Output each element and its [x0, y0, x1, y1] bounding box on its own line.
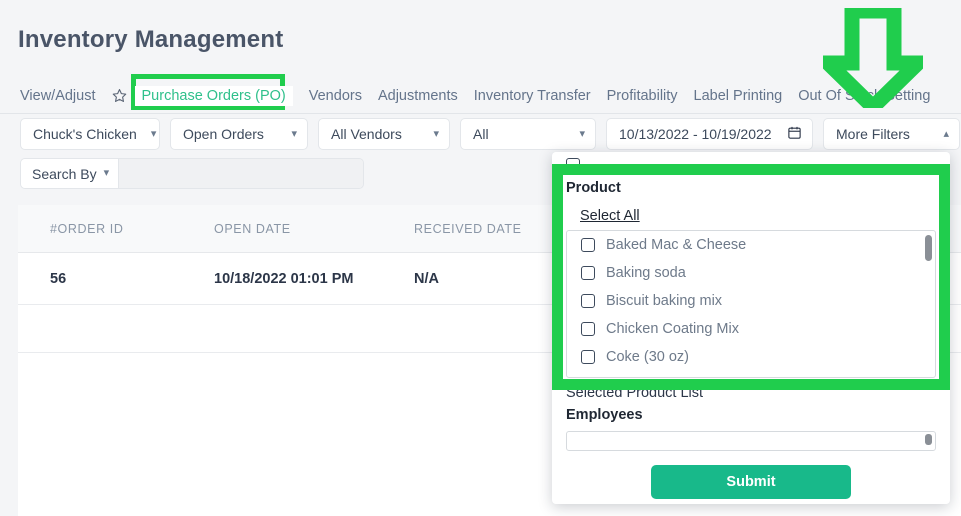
product-label: Biscuit baking mix: [606, 293, 723, 309]
tab-view-adjust[interactable]: View/Adjust: [20, 88, 96, 104]
tab-vendors[interactable]: Vendors: [309, 88, 362, 104]
product-label: Baked Mac & Cheese: [606, 237, 747, 253]
product-label: Coke (30 oz): [606, 349, 690, 365]
employees-listbox[interactable]: [566, 431, 936, 451]
tab-purchase-orders[interactable]: Purchase Orders (PO): [142, 88, 286, 104]
product-listbox[interactable]: Baked Mac & Cheese Baking soda Biscuit b…: [566, 230, 936, 378]
selected-product-list-label: Selected Product List: [566, 385, 704, 401]
date-range-picker[interactable]: 10/13/2022 - 10/19/2022: [606, 118, 813, 150]
submit-button[interactable]: Submit: [651, 465, 851, 499]
order-status-select[interactable]: Open Orders ▾: [170, 118, 308, 150]
search-by-label: Search By: [32, 165, 97, 182]
order-status-select-value: Open Orders: [183, 126, 264, 142]
product-section-label: Product: [566, 180, 621, 196]
all-select-value: All: [473, 126, 489, 142]
product-checkbox[interactable]: [581, 322, 595, 336]
chevron-down-icon: ▾: [150, 127, 157, 140]
product-list-scrollbar[interactable]: [925, 235, 932, 261]
store-select-value: Chuck's Chicken: [33, 126, 137, 142]
page-title: Inventory Management: [18, 26, 284, 53]
tab-inventory-transfer[interactable]: Inventory Transfer: [474, 88, 591, 104]
chevron-down-icon: ▾: [579, 127, 585, 140]
product-list-item[interactable]: Coke (30 oz): [567, 343, 935, 371]
product-list-item[interactable]: Baked Mac & Cheese: [567, 231, 935, 259]
product-list-item-partial[interactable]: [567, 371, 935, 377]
product-list-item[interactable]: Baking soda: [567, 259, 935, 287]
vendor-select[interactable]: All Vendors ▾: [318, 118, 450, 150]
cell-open-date: 10/18/2022 01:01 PM: [214, 270, 354, 287]
product-label: Chicken Coating Mix: [606, 321, 739, 337]
chevron-down-icon: ▾: [291, 127, 297, 140]
employees-section-label: Employees: [566, 407, 643, 423]
search-input[interactable]: [119, 159, 363, 188]
product-checkbox[interactable]: [581, 350, 595, 364]
search-by-button[interactable]: Search By ▾: [21, 159, 120, 188]
more-filters-label: More Filters: [836, 126, 910, 142]
search-group: Search By ▾: [20, 158, 364, 189]
column-header-open-date[interactable]: OPEN DATE: [214, 222, 414, 236]
calendar-icon: [787, 125, 802, 143]
cell-order-id: 56: [50, 270, 67, 287]
filter-row-primary: Chuck's Chicken ▾ Open Orders ▾ All Vend…: [0, 118, 961, 150]
date-range-value: 10/13/2022 - 10/19/2022: [619, 126, 772, 142]
product-list-item[interactable]: Chicken Coating Mix: [567, 315, 935, 343]
tab-purchase-orders-wrap[interactable]: Purchase Orders (PO): [134, 85, 293, 106]
chevron-down-icon: ▾: [433, 127, 439, 140]
product-label: Baking soda: [606, 265, 686, 281]
partial-checkbox-row: [552, 152, 950, 172]
tab-label-printing[interactable]: Label Printing: [694, 88, 783, 104]
chevron-up-icon: ▴: [943, 127, 949, 140]
vendor-select-value: All Vendors: [331, 126, 402, 142]
tab-profitability[interactable]: Profitability: [607, 88, 678, 104]
chevron-down-icon: ▾: [103, 167, 110, 179]
store-select[interactable]: Chuck's Chicken ▾: [20, 118, 160, 150]
more-filters-button[interactable]: More Filters ▴: [823, 118, 960, 150]
filter-checkbox-partial[interactable]: [566, 158, 580, 172]
star-icon[interactable]: [112, 88, 127, 103]
tab-adjustments[interactable]: Adjustments: [378, 88, 458, 104]
product-list-item[interactable]: Biscuit baking mix: [567, 287, 935, 315]
select-all-link[interactable]: Select All: [580, 208, 640, 224]
product-checkbox[interactable]: [581, 238, 595, 252]
product-checkbox[interactable]: [581, 294, 595, 308]
column-header-order-id[interactable]: #ORDER ID: [18, 222, 214, 236]
employees-list-scrollbar[interactable]: [925, 434, 932, 445]
more-filters-panel: Product Select All Baked Mac & Cheese Ba…: [552, 152, 950, 504]
all-select[interactable]: All ▾: [460, 118, 596, 150]
tab-out-of-stock-setting[interactable]: Out Of Stock Setting: [798, 88, 930, 104]
product-checkbox[interactable]: [581, 266, 595, 280]
